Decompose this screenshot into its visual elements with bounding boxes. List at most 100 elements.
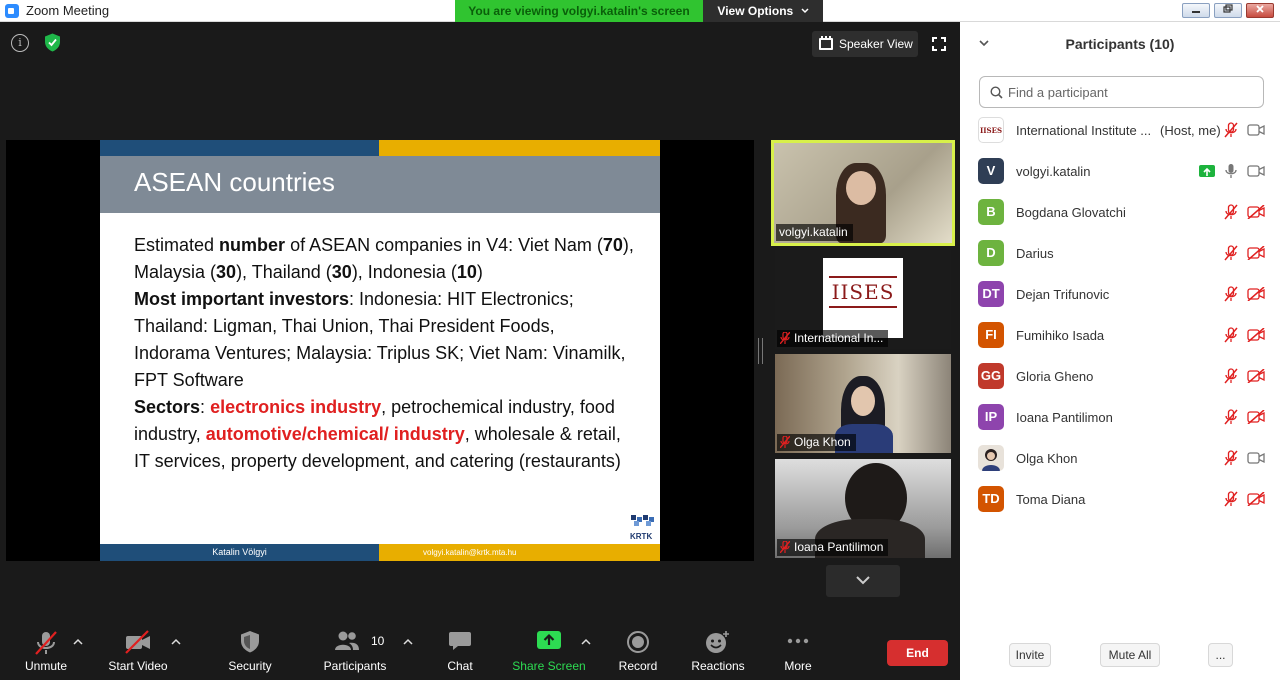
avatar: V — [978, 158, 1004, 184]
video-off-icon — [125, 630, 150, 654]
participants-button[interactable]: 10 Participants — [320, 620, 390, 680]
video-on-icon[interactable] — [1247, 123, 1265, 137]
record-button[interactable]: Record — [610, 620, 666, 680]
slide-paragraph-1: Estimated number of ASEAN companies in V… — [134, 235, 634, 282]
avatar: FI — [978, 322, 1004, 348]
participant-row[interactable]: GG Gloria Gheno — [960, 356, 1280, 397]
info-icon[interactable]: i — [11, 34, 29, 52]
panel-more-button[interactable]: ... — [1208, 643, 1233, 667]
video-tile-name: Olga Khon — [777, 434, 856, 451]
chat-button[interactable]: Chat — [432, 620, 488, 680]
participant-name: volgyi.katalin — [1016, 164, 1091, 179]
participant-row[interactable]: DT Dejan Trifunovic — [960, 274, 1280, 315]
mic-muted-icon[interactable] — [1224, 409, 1238, 425]
video-tile[interactable]: IISES International In... — [775, 250, 951, 349]
mic-muted-icon[interactable] — [1224, 327, 1238, 343]
video-off-icon[interactable] — [1247, 369, 1265, 383]
participant-name: Ioana Pantilimon — [1016, 410, 1113, 425]
video-off-icon[interactable] — [1247, 287, 1265, 301]
speaker-view-icon — [819, 36, 833, 50]
video-tile-active-speaker[interactable]: volgyi.katalin — [771, 140, 955, 246]
participant-name: Olga Khon — [1016, 451, 1078, 466]
slide-top-bar-blue — [100, 140, 379, 156]
participant-row[interactable]: IP Ioana Pantilimon — [960, 397, 1280, 438]
chevron-down-icon — [856, 576, 870, 585]
video-off-icon[interactable] — [1247, 410, 1265, 424]
mic-on-icon[interactable] — [1224, 163, 1238, 179]
invite-button[interactable]: Invite — [1009, 643, 1051, 667]
video-on-icon[interactable] — [1247, 164, 1265, 178]
chat-label: Chat — [447, 659, 473, 673]
view-options-button[interactable]: View Options — [703, 0, 823, 22]
minimize-icon — [1192, 11, 1200, 13]
participant-name: Bogdana Glovatchi — [1016, 205, 1126, 220]
end-meeting-button[interactable]: End — [887, 640, 948, 666]
video-off-icon[interactable] — [1247, 328, 1265, 342]
mic-muted-icon[interactable] — [1224, 204, 1238, 220]
participant-row[interactable]: IISES International Institute ... (Host,… — [960, 110, 1280, 151]
participant-name: International Institute ... — [1016, 123, 1152, 138]
search-icon — [990, 86, 1003, 99]
fullscreen-icon[interactable] — [932, 37, 946, 51]
iises-logo: IISES — [823, 258, 903, 338]
participant-row[interactable]: FI Fumihiko Isada — [960, 315, 1280, 356]
share-screen-icon — [537, 631, 561, 649]
participant-row[interactable]: TD Toma Diana — [960, 479, 1280, 520]
mic-muted-icon[interactable] — [1224, 286, 1238, 302]
more-button[interactable]: More — [772, 620, 824, 680]
mic-muted-icon[interactable] — [1224, 368, 1238, 384]
screen-sharing-icon — [1199, 165, 1215, 177]
shared-screen[interactable]: ASEAN countries Estimated number of ASEA… — [6, 140, 754, 561]
restore-icon — [1223, 4, 1233, 13]
meeting-area: i Speaker View ASEAN countries Estimated… — [0, 22, 960, 620]
participant-row[interactable]: Olga Khon — [960, 438, 1280, 479]
video-off-icon[interactable] — [1247, 492, 1265, 506]
zoom-app-icon — [5, 4, 19, 18]
mic-muted-icon — [780, 436, 790, 448]
reactions-label: Reactions — [691, 659, 745, 673]
close-button[interactable] — [1246, 3, 1274, 18]
mute-all-button[interactable]: Mute All — [1100, 643, 1160, 667]
window-title: Zoom Meeting — [26, 3, 110, 18]
participant-row[interactable]: V volgyi.katalin — [960, 151, 1280, 192]
mic-muted-icon[interactable] — [1224, 450, 1238, 466]
security-button[interactable]: Security — [220, 620, 280, 680]
avatar: IISES — [978, 117, 1004, 143]
video-off-icon[interactable] — [1247, 205, 1265, 219]
video-on-icon[interactable] — [1247, 451, 1265, 465]
share-options-caret-icon[interactable] — [581, 638, 591, 646]
start-video-button[interactable]: Start Video — [104, 620, 172, 680]
reactions-button[interactable]: Reactions — [688, 620, 748, 680]
presentation-slide: ASEAN countries Estimated number of ASEA… — [100, 140, 660, 561]
participant-search-input[interactable]: Find a participant — [979, 76, 1264, 108]
slide-body: Estimated number of ASEAN companies in V… — [134, 232, 634, 475]
mic-muted-icon — [35, 631, 57, 655]
mic-muted-icon[interactable] — [1224, 122, 1238, 138]
restore-button[interactable] — [1214, 3, 1242, 18]
unmute-button[interactable]: Unmute — [16, 620, 76, 680]
audio-options-caret-icon[interactable] — [73, 638, 83, 646]
split-divider-handle[interactable] — [758, 338, 763, 364]
participant-search-placeholder: Find a participant — [1008, 85, 1108, 100]
avatar: B — [978, 199, 1004, 225]
participants-options-caret-icon[interactable] — [403, 638, 413, 646]
share-screen-button[interactable]: Share Screen — [510, 620, 588, 680]
participants-label: Participants — [323, 659, 387, 673]
participant-row[interactable]: B Bogdana Glovatchi — [960, 192, 1280, 233]
speaker-view-button[interactable]: Speaker View — [812, 31, 918, 57]
participant-row[interactable]: D Darius — [960, 233, 1280, 274]
mic-muted-icon[interactable] — [1224, 245, 1238, 261]
shield-icon — [241, 631, 259, 653]
mic-muted-icon[interactable] — [1224, 491, 1238, 507]
video-tile[interactable]: Olga Khon — [775, 354, 951, 453]
video-off-icon[interactable] — [1247, 246, 1265, 260]
participant-name: Dejan Trifunovic — [1016, 287, 1110, 302]
encryption-shield-icon[interactable] — [44, 33, 61, 52]
record-icon — [627, 631, 649, 653]
more-label: More — [784, 659, 812, 673]
scroll-down-button[interactable] — [826, 565, 900, 597]
video-options-caret-icon[interactable] — [171, 638, 181, 646]
minimize-button[interactable] — [1182, 3, 1210, 18]
participants-panel: Participants (10) Find a participant IIS… — [960, 22, 1280, 680]
video-tile[interactable]: Ioana Pantilimon — [775, 459, 951, 558]
